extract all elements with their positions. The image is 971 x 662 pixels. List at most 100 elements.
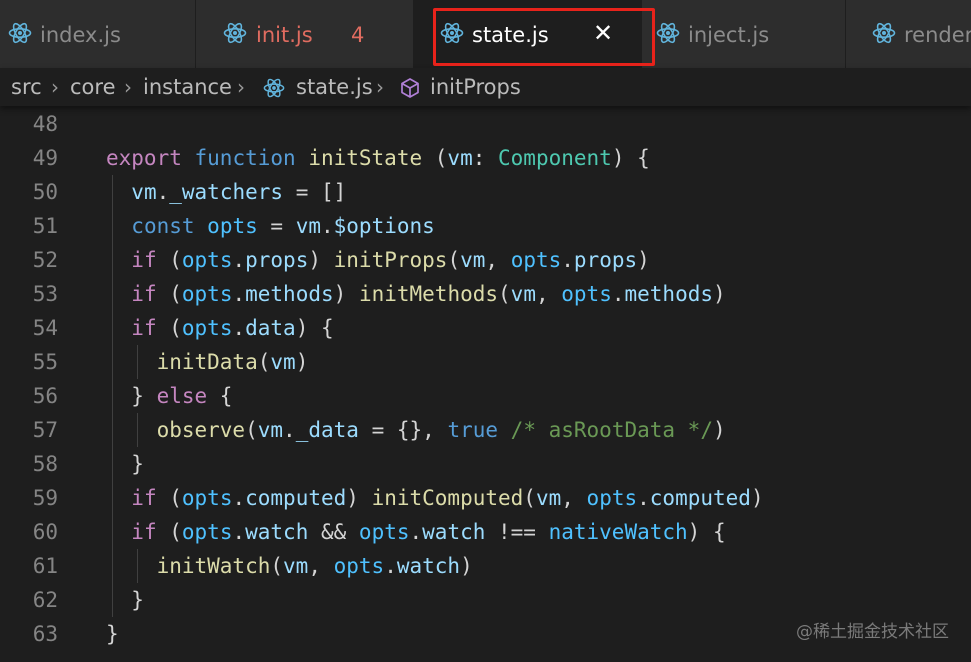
code-token: ) [460,554,473,578]
breadcrumb-item-symbol[interactable]: initProps [430,72,521,102]
code-token: nativeWatch [548,520,688,544]
breadcrumb-item-src[interactable]: src [11,72,42,102]
code-token: methods [245,282,334,306]
code-token: ) [713,282,726,306]
code-token: !== [485,520,549,544]
code-token: vm [283,554,309,578]
code-text: } [106,583,144,617]
code-token: ( [422,146,448,170]
code-token: ) [346,486,372,510]
code-token: data [245,316,296,340]
tab-label: init.js [256,23,313,47]
code-token: ( [523,486,536,510]
code-token: true [447,418,499,442]
code-token: vm [510,282,536,306]
code-token: vm [257,418,284,442]
code-text: if (opts.computed) initComputed(vm, opts… [106,481,764,515]
code-token: initProps [333,248,448,272]
code-token: . [561,248,574,272]
code-token: if [131,316,157,340]
tab-label: state.js [472,23,549,47]
code-text: if (opts.watch && opts.watch !== nativeW… [106,515,725,549]
code-line: 54 if (opts.data) { [0,311,971,345]
code-token: observe [156,418,246,442]
problem-count-badge: 4 [351,23,365,47]
code-token: } [106,384,157,408]
code-editor[interactable]: 48 49 export function initState (vm: Compo… [0,106,971,662]
line-number: 51 [32,214,58,238]
code-token: , [308,554,334,578]
code-token: if [131,520,157,544]
code-token: _watchers [169,180,284,204]
code-token: . [232,520,246,544]
editor-tab-bar: index.js init.js 4 state.js ✕ inject.js … [0,0,971,68]
line-number: 48 [32,112,58,136]
code-token: opts [333,554,385,578]
code-token: ( [156,248,182,272]
tab-label: index.js [40,23,121,47]
chevron-right-icon: › [124,75,132,99]
close-tab-icon[interactable]: ✕ [590,20,616,46]
code-token: ) [637,248,650,272]
code-token: = {}, [358,418,448,442]
code-text: initWatch(vm, opts.watch) [106,549,473,583]
code-token: . [232,486,246,510]
code-token: opts [181,520,233,544]
breadcrumb-item-instance[interactable]: instance [143,72,232,102]
code-token: ( [245,418,258,442]
tab-render-js[interactable]: render [846,0,971,68]
chevron-right-icon: › [376,75,384,99]
tab-index-js[interactable]: index.js [0,0,196,68]
line-number: 49 [32,146,58,170]
code-text: } [106,447,144,481]
line-number: 60 [32,520,58,544]
code-token: watch [422,520,486,544]
code-line: 62 } [0,583,971,617]
code-line: 60 if (opts.watch && opts.watch !== nati… [0,515,971,549]
code-token: ( [257,350,271,374]
code-line: 48 [0,107,971,141]
line-number: 53 [32,282,58,306]
code-token: methods [624,282,714,306]
react-icon [656,21,680,45]
tab-init-js[interactable]: init.js 4 [196,0,414,68]
code-token: ) [750,486,764,510]
code-token: . [232,316,246,340]
code-line: 51 const opts = vm.$options [0,209,971,243]
code-token: opts [586,486,638,510]
code-token: && [308,520,359,544]
code-line: 59 if (opts.computed) initComputed(vm, o… [0,481,971,515]
code-token: Component [498,146,612,170]
code-token: watch [245,520,309,544]
react-icon [872,21,896,45]
code-token: vm [460,248,486,272]
breadcrumb-item-file[interactable]: state.js [296,72,373,102]
code-token: . [283,418,296,442]
tab-inject-js[interactable]: inject.js [642,0,846,68]
code-token: opts [510,248,562,272]
code-token: ) { [611,146,650,170]
tab-state-js[interactable]: state.js ✕ [414,0,642,68]
code-text: if (opts.methods) initMethods(vm, opts.m… [106,277,726,311]
code-token: vm [447,146,473,170]
tab-label: inject.js [688,23,770,47]
code-token: ( [156,282,182,306]
code-text: if (opts.props) initProps(vm, opts.props… [106,243,650,277]
breadcrumb-item-core[interactable]: core [70,72,116,102]
code-token: ) { [295,316,334,340]
code-token: = [] [283,180,347,204]
code-token: _data [295,418,359,442]
code-token: . [156,180,170,204]
code-token: /* asRootData */ [510,418,713,442]
code-token: ( [270,554,284,578]
code-token: vm [131,180,157,204]
code-text: } else { [106,379,232,413]
line-number: 54 [32,316,58,340]
line-number: 56 [32,384,58,408]
line-number: 58 [32,452,58,476]
code-text: vm._watchers = [] [106,175,346,209]
